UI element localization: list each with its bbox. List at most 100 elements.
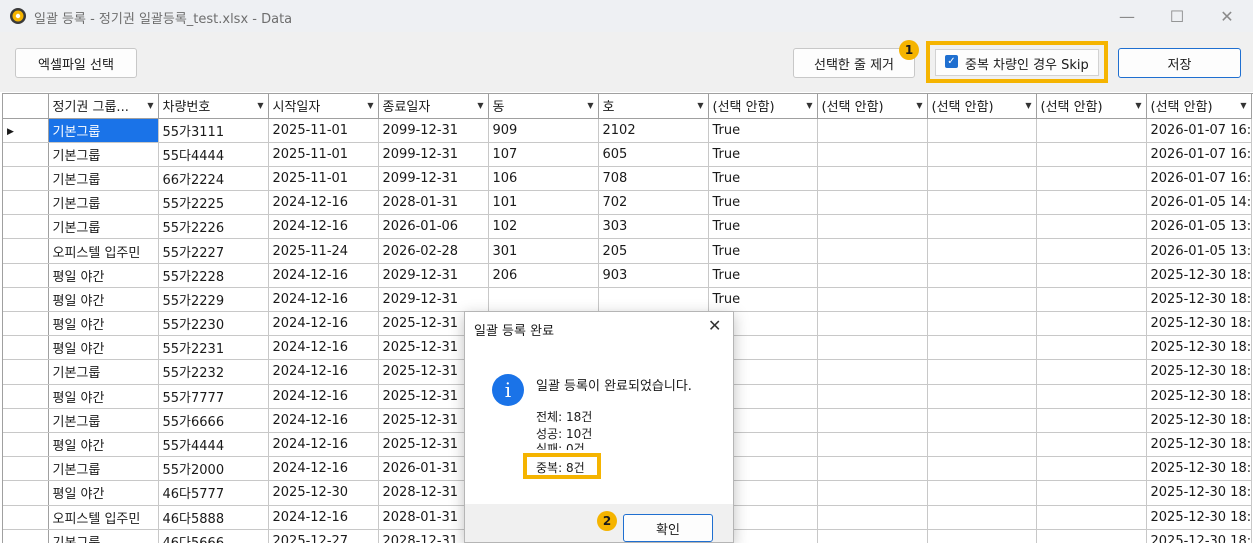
row-header[interactable] <box>3 263 49 288</box>
grid-cell[interactable] <box>817 529 928 543</box>
column-header[interactable]: 호 ▼ <box>598 94 709 119</box>
grid-cell[interactable]: 46다5666 <box>158 529 269 543</box>
maximize-button[interactable]: ☐ <box>1154 0 1200 32</box>
grid-cell[interactable]: 301 <box>488 238 599 264</box>
grid-cell[interactable]: 708 <box>598 166 709 192</box>
grid-cell[interactable] <box>927 311 1037 337</box>
grid-cell[interactable] <box>817 166 928 192</box>
close-window-button[interactable]: ✕ <box>1204 0 1250 32</box>
grid-cell[interactable] <box>1036 238 1147 264</box>
grid-cell[interactable] <box>1036 480 1147 506</box>
grid-cell[interactable]: 2024-12-16 <box>268 359 379 385</box>
table-row[interactable]: 기본그룹 66가2224 2025-11-01 2099-12-31 106 708 Tru… <box>3 166 1252 192</box>
grid-cell[interactable] <box>1036 214 1147 240</box>
grid-cell[interactable]: 903 <box>598 263 709 288</box>
grid-cell[interactable] <box>488 287 599 313</box>
grid-cell[interactable]: 909 <box>488 118 599 143</box>
grid-cell[interactable]: 2024-12-16 <box>268 456 379 482</box>
grid-cell[interactable]: 오피스텔 입주민 <box>48 505 159 530</box>
grid-cell[interactable] <box>927 118 1037 143</box>
grid-cell[interactable]: 기본그룹 <box>48 529 159 543</box>
row-header[interactable] <box>3 190 49 216</box>
grid-cell[interactable] <box>817 456 928 482</box>
minimize-button[interactable]: — <box>1104 0 1150 32</box>
grid-cell[interactable] <box>927 190 1037 216</box>
grid-cell[interactable]: 55다4444 <box>158 142 269 167</box>
grid-cell[interactable] <box>927 263 1037 288</box>
grid-cell[interactable] <box>1036 408 1147 433</box>
grid-cell[interactable]: 2026-01-07 16:... <box>1146 118 1252 143</box>
grid-cell[interactable]: 2029-12-31 <box>378 263 489 288</box>
table-row[interactable]: 기본그룹 55다4444 2025-11-01 2099-12-31 107 605 Tru… <box>3 142 1252 167</box>
row-header[interactable] <box>3 287 49 313</box>
grid-cell[interactable]: 2099-12-31 <box>378 166 489 192</box>
grid-cell[interactable] <box>817 142 928 167</box>
column-dropdown-icon[interactable]: ▼ <box>1135 101 1141 110</box>
grid-cell[interactable] <box>927 480 1037 506</box>
grid-cell[interactable]: 평일 야간 <box>48 480 159 506</box>
grid-cell[interactable]: 55가2229 <box>158 287 269 313</box>
grid-cell[interactable]: 2024-12-16 <box>268 505 379 530</box>
grid-cell[interactable]: 2025-12-30 18:... <box>1146 456 1252 482</box>
column-header[interactable]: (선택 안함) ▼ <box>817 94 928 119</box>
grid-cell[interactable]: True <box>708 287 818 313</box>
grid-cell[interactable]: True <box>708 118 818 143</box>
grid-cell[interactable]: 55가2225 <box>158 190 269 216</box>
row-header[interactable] <box>3 214 49 240</box>
column-dropdown-icon[interactable]: ▼ <box>477 101 483 110</box>
grid-cell[interactable] <box>817 214 928 240</box>
column-dropdown-icon[interactable]: ▼ <box>1240 101 1246 110</box>
row-header[interactable] <box>3 505 49 530</box>
grid-cell[interactable]: 303 <box>598 214 709 240</box>
grid-cell[interactable]: True <box>708 263 818 288</box>
grid-cell[interactable]: True <box>708 166 818 192</box>
table-row[interactable]: 기본그룹 55가2225 2024-12-16 2028-01-31 101 702 Tru… <box>3 190 1252 216</box>
grid-cell[interactable]: 평일 야간 <box>48 432 159 458</box>
table-row[interactable]: ▶ 기본그룹 55가3111 2025-11-01 2099-12-31 909 2102 T… <box>3 118 1252 143</box>
column-header[interactable]: (선택 안함) ▼ <box>1146 94 1252 119</box>
grid-cell[interactable]: 702 <box>598 190 709 216</box>
grid-cell[interactable]: 46다5888 <box>158 505 269 530</box>
grid-cell[interactable]: 2024-12-16 <box>268 190 379 216</box>
grid-cell[interactable] <box>598 287 709 313</box>
grid-cell[interactable] <box>817 432 928 458</box>
grid-cell[interactable] <box>927 359 1037 385</box>
grid-cell[interactable] <box>817 287 928 313</box>
grid-cell[interactable] <box>1036 166 1147 192</box>
column-dropdown-icon[interactable]: ▼ <box>587 101 593 110</box>
column-header[interactable]: 차량번호 ▼ <box>158 94 269 119</box>
ok-button[interactable]: 확인 <box>623 514 713 542</box>
table-row[interactable]: 평일 야간 55가2229 2024-12-16 2029-12-31 True 2025… <box>3 287 1252 313</box>
grid-cell[interactable] <box>817 408 928 433</box>
grid-cell[interactable] <box>1036 384 1147 409</box>
save-button[interactable]: 저장 <box>1118 48 1241 78</box>
grid-cell[interactable] <box>817 384 928 409</box>
remove-selected-row-button[interactable]: 선택한 줄 제거 <box>793 48 915 78</box>
grid-cell[interactable]: True <box>708 214 818 240</box>
dialog-close-icon[interactable]: ✕ <box>708 316 721 335</box>
grid-cell[interactable]: 기본그룹 <box>48 190 159 216</box>
grid-cell[interactable] <box>817 335 928 361</box>
grid-cell[interactable]: 평일 야간 <box>48 263 159 288</box>
grid-cell[interactable] <box>1036 335 1147 361</box>
grid-cell[interactable]: 2028-01-31 <box>378 190 489 216</box>
grid-cell[interactable]: 기본그룹 <box>48 456 159 482</box>
grid-cell[interactable]: 2025-12-30 18:... <box>1146 335 1252 361</box>
column-dropdown-icon[interactable]: ▼ <box>806 101 812 110</box>
row-header[interactable] <box>3 480 49 506</box>
grid-cell[interactable]: 2099-12-31 <box>378 118 489 143</box>
grid-cell[interactable]: 2025-12-30 18:... <box>1146 359 1252 385</box>
skip-duplicate-label[interactable]: 중복 차량인 경우 Skip <box>965 54 1089 73</box>
grid-cell[interactable]: 55가2226 <box>158 214 269 240</box>
grid-cell[interactable] <box>927 529 1037 543</box>
grid-cell[interactable]: 2025-12-27 <box>268 529 379 543</box>
grid-cell[interactable] <box>927 166 1037 192</box>
row-header[interactable] <box>3 166 49 192</box>
grid-cell[interactable]: True <box>708 238 818 264</box>
grid-cell[interactable]: 기본그룹 <box>48 214 159 240</box>
grid-cell[interactable] <box>817 480 928 506</box>
grid-cell[interactable] <box>1036 118 1147 143</box>
row-header[interactable] <box>3 529 49 543</box>
grid-cell[interactable] <box>817 311 928 337</box>
grid-cell[interactable]: 2025-12-30 18:... <box>1146 311 1252 337</box>
